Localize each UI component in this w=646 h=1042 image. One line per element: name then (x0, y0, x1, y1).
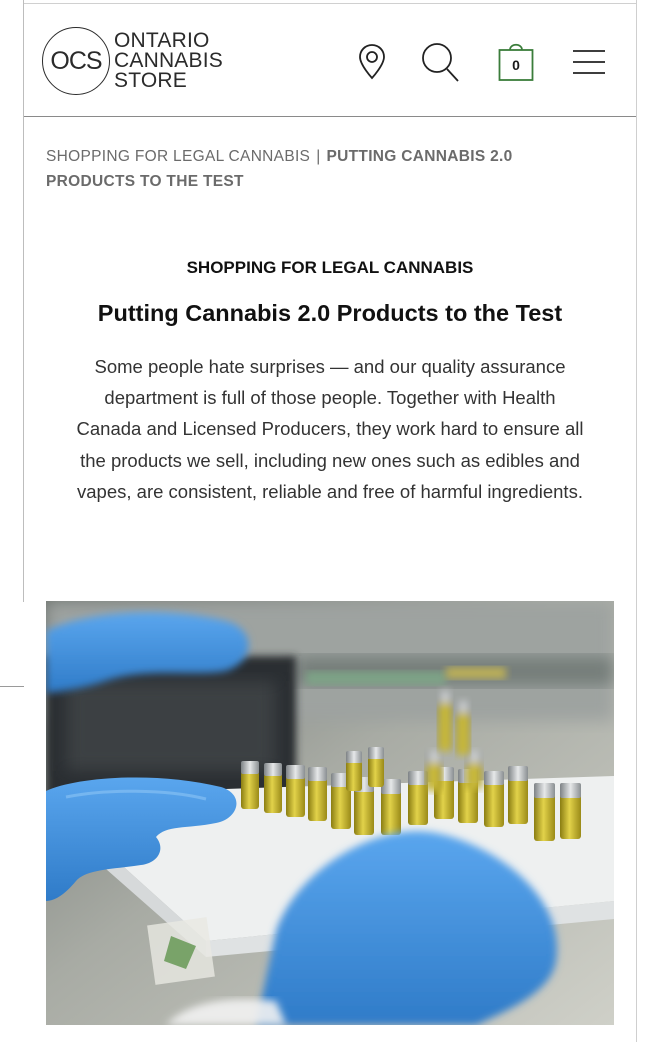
location-icon[interactable] (350, 38, 394, 86)
logo-wordmark: ONTARIO CANNABIS STORE (114, 29, 223, 92)
logo-mark: OCS (42, 27, 110, 95)
breadcrumb-link-category[interactable]: SHOPPING FOR LEGAL CANNABIS (46, 148, 310, 165)
cart-count-badge: 0 (512, 57, 520, 73)
logo-line-1: ONTARIO (114, 29, 210, 52)
logo-line-2: CANNABIS (114, 49, 223, 72)
logo-line-3: STORE (114, 69, 187, 92)
page-frame-fragment (0, 686, 24, 687)
hero-image (46, 601, 614, 1025)
site-header: OCS ONTARIO CANNABIS STORE 0 (24, 4, 636, 117)
search-icon[interactable] (418, 38, 462, 86)
article-category: SHOPPING FOR LEGAL CANNABIS (186, 258, 474, 277)
cart-icon[interactable]: 0 (494, 38, 538, 86)
breadcrumb-separator: | (316, 148, 321, 165)
article-intro: Some people hate surprises — and our qua… (76, 356, 584, 502)
page-frame-right (636, 0, 637, 1042)
menu-icon[interactable] (567, 38, 611, 86)
ocs-logo[interactable]: OCS ONTARIO CANNABIS STORE (42, 25, 223, 97)
page-title: Putting Cannabis 2.0 Products to the Tes… (97, 300, 563, 326)
breadcrumb: SHOPPING FOR LEGAL CANNABIS | PUTTING CANN… (46, 144, 586, 194)
